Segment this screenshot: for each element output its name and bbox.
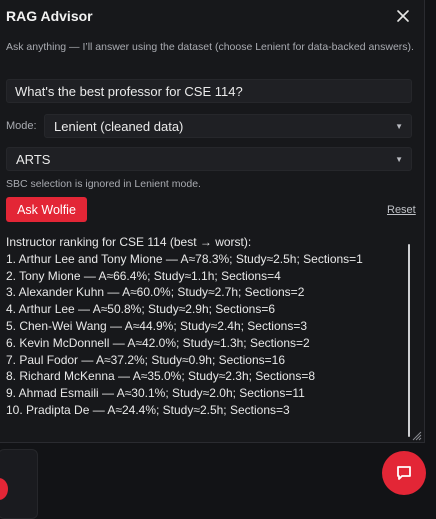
reset-link[interactable]: Reset (387, 204, 416, 216)
ranking-line: 10. Pradipta De — A≈24.4%; Study≈2.5h; S… (6, 402, 290, 417)
ranking-line: 2. Tony Mione — A≈66.4%; Study≈1.1h; Sec… (6, 268, 281, 283)
ranking-line: 7. Paul Fodor — A≈37.2%; Study≈0.9h; Sec… (6, 352, 286, 367)
panel-title: RAG Advisor (6, 8, 93, 24)
rag-advisor-panel: RAG Advisor Ask anything — I’ll answer u… (0, 0, 425, 443)
sbc-select-value: ARTS (16, 152, 51, 167)
ranking-line: 1. Arthur Lee and Tony Mione — A≈78.3%; … (6, 251, 363, 266)
close-icon (397, 10, 409, 22)
mode-label: Mode: (6, 120, 37, 132)
resize-handle[interactable] (410, 428, 422, 441)
chevron-down-icon: ▼ (395, 155, 403, 164)
resize-grip-icon (412, 431, 422, 441)
ranking-line: 4. Arthur Lee — A≈50.8%; Study≈2.9h; Sec… (6, 302, 276, 317)
chat-launcher-button[interactable] (382, 451, 426, 495)
ranking-line: 5. Chen-Wei Wang — A≈44.9%; Study≈2.4h; … (6, 318, 308, 333)
ranking-line: 6. Kevin McDonnell — A≈42.0%; Study≈1.3h… (6, 335, 310, 350)
close-button[interactable] (394, 7, 412, 25)
ranking-line: 3. Alexander Kuhn — A≈60.0%; Study≈2.7h;… (6, 285, 305, 300)
ranking-line: 8. Richard McKenna — A≈35.0%; Study≈2.3h… (6, 369, 316, 384)
question-input[interactable] (6, 79, 412, 103)
answer-heading: Instructor ranking for CSE 114 (best → w… (6, 235, 252, 249)
mode-select-value: Lenient (cleaned data) (54, 119, 184, 134)
answer-scrollbar[interactable] (408, 244, 410, 437)
answer-output: Instructor ranking for CSE 114 (best → w… (6, 234, 412, 440)
chevron-down-icon: ▼ (395, 122, 403, 131)
sbc-select[interactable]: ARTS ▼ (6, 147, 412, 171)
sbc-note: SBC selection is ignored in Lenient mode… (6, 178, 201, 190)
ask-wolfie-button[interactable]: Ask Wolfie (6, 197, 87, 222)
chat-bubble-icon (397, 466, 411, 480)
ranking-line: 9. Ahmad Esmaili — A≈30.1%; Study≈2.0h; … (6, 386, 305, 401)
panel-description: Ask anything — I’ll answer using the dat… (6, 41, 414, 53)
mode-select[interactable]: Lenient (cleaned data) ▼ (44, 114, 412, 138)
